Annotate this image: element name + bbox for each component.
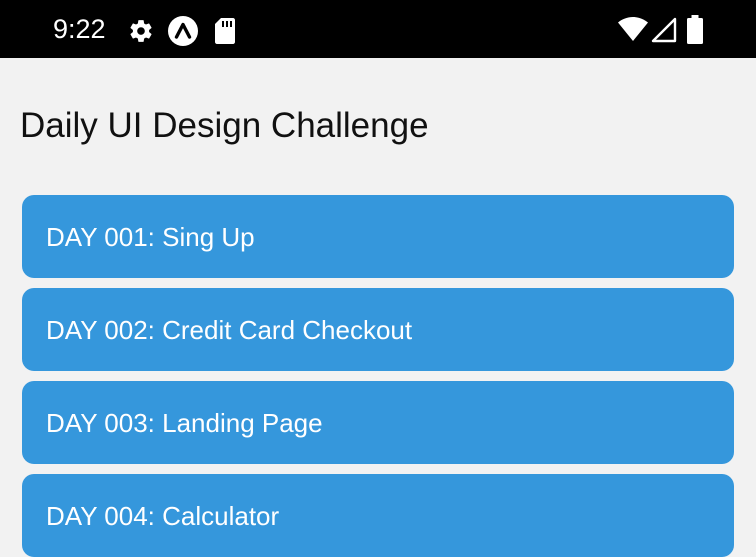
arch-icon: [168, 16, 198, 46]
list-item-day-002[interactable]: DAY 002: Credit Card Checkout: [22, 288, 734, 371]
challenge-list: DAY 001: Sing Up DAY 002: Credit Card Ch…: [22, 195, 734, 557]
list-item-label: DAY 004: Calculator: [46, 500, 280, 531]
battery-icon: [687, 15, 703, 44]
list-item-label: DAY 002: Credit Card Checkout: [46, 314, 413, 345]
status-time: 9:22: [53, 14, 106, 44]
app-screen: 9:22 Daily UI Design Challenge DAY 001: …: [0, 0, 756, 557]
sd-card-icon: [215, 18, 235, 44]
list-item-label: DAY 003: Landing Page: [46, 407, 323, 438]
wifi-icon: [618, 17, 648, 41]
list-item-day-001[interactable]: DAY 001: Sing Up: [22, 195, 734, 278]
list-item-day-004[interactable]: DAY 004: Calculator: [22, 474, 734, 557]
status-bar: 9:22: [0, 0, 756, 58]
list-item-day-003[interactable]: DAY 003: Landing Page: [22, 381, 734, 464]
gear-icon: [130, 20, 152, 42]
page-title: Daily UI Design Challenge: [20, 106, 429, 145]
list-item-label: DAY 001: Sing Up: [46, 221, 255, 252]
cell-signal-icon: [651, 17, 677, 43]
